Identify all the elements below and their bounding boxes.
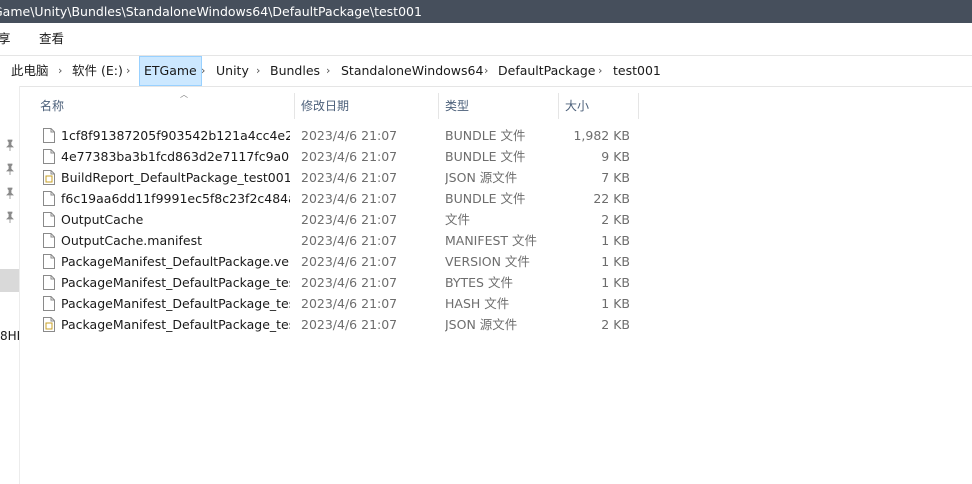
menu-bar: 享 查看 — [0, 23, 972, 48]
file-date: 2023/4/6 21:07 — [301, 254, 398, 269]
sort-ascending-icon: ︿ — [180, 90, 188, 99]
file-date: 2023/4/6 21:07 — [301, 170, 398, 185]
file-size: 1,982 KB — [573, 128, 630, 143]
file-date: 2023/4/6 21:07 — [301, 296, 398, 311]
file-type: JSON 源文件 — [445, 170, 518, 185]
file-row[interactable]: OutputCache 2023/4/6 21:07 文件 2 KB — [20, 209, 640, 230]
file-size: 2 KB — [601, 212, 630, 227]
file-row[interactable]: PackageManifest_DefaultPackage.ver... 202… — [20, 251, 640, 272]
file-size: 9 KB — [601, 149, 630, 164]
column-header-type[interactable]: 类型 — [445, 93, 469, 120]
file-type: 文件 — [445, 212, 471, 227]
breadcrumb-unity[interactable]: Unity — [216, 56, 249, 86]
breadcrumb-separator-icon[interactable]: › — [326, 56, 330, 86]
column-header-size[interactable]: 大小 — [565, 93, 589, 120]
file-icon[interactable] — [43, 296, 55, 311]
file-name: BuildReport_DefaultPackage_test001.j... — [61, 170, 290, 185]
breadcrumb-separator-icon[interactable]: › — [58, 56, 62, 86]
file-type: MANIFEST 文件 — [445, 233, 538, 248]
pin-icon[interactable] — [5, 139, 15, 151]
breadcrumb-separator-icon[interactable]: › — [201, 56, 205, 86]
breadcrumb-separator-icon[interactable]: › — [484, 56, 488, 86]
file-row[interactable]: OutputCache.manifest 2023/4/6 21:07 MANIFE… — [20, 230, 640, 251]
file-name: 4e77383ba3b1fcd863d2e7117fc9a08... — [61, 149, 290, 164]
pin-icon[interactable] — [5, 187, 15, 199]
file-type: BUNDLE 文件 — [445, 191, 526, 206]
file-row[interactable]: f6c19aa6dd11f9991ec5f8c23f2c484a.... 2023… — [20, 188, 640, 209]
file-date: 2023/4/6 21:07 — [301, 191, 398, 206]
column-header-date[interactable]: 修改日期 — [301, 93, 349, 120]
window-title: Game\Unity\Bundles\StandaloneWindows64\D… — [0, 4, 422, 19]
file-date: 2023/4/6 21:07 — [301, 212, 398, 227]
column-header-row: ︿ 名称 修改日期 类型 大小 — [20, 90, 640, 120]
file-icon[interactable] — [43, 128, 55, 143]
file-icon[interactable] — [43, 191, 55, 206]
file-row[interactable]: PackageManifest_DefaultPackage_tes... 202… — [20, 293, 640, 314]
breadcrumb-separator-icon[interactable]: › — [126, 56, 130, 86]
breadcrumb-test001[interactable]: test001 — [613, 56, 661, 86]
file-size: 22 KB — [593, 191, 630, 206]
file-icon[interactable] — [43, 149, 55, 164]
json-file-icon[interactable] — [43, 170, 55, 185]
file-date: 2023/4/6 21:07 — [301, 317, 398, 332]
file-name: PackageManifest_DefaultPackage.ver... — [61, 254, 290, 269]
breadcrumb-drive-e[interactable]: 软件 (E:) — [72, 56, 123, 86]
file-type: BUNDLE 文件 — [445, 149, 526, 164]
file-size: 1 KB — [601, 254, 630, 269]
file-name: PackageManifest_DefaultPackage_tes... — [61, 296, 290, 311]
file-icon[interactable] — [43, 233, 55, 248]
menu-view[interactable]: 查看 — [39, 28, 64, 47]
file-row[interactable]: PackageManifest_DefaultPackage_tes... 202… — [20, 314, 640, 335]
file-icon[interactable] — [43, 254, 55, 269]
column-divider[interactable] — [558, 93, 559, 119]
title-bar: Game\Unity\Bundles\StandaloneWindows64\D… — [0, 0, 972, 23]
file-size: 2 KB — [601, 317, 630, 332]
file-row[interactable]: 4e77383ba3b1fcd863d2e7117fc9a08... 2023/4… — [20, 146, 640, 167]
column-header-name[interactable]: 名称 — [40, 93, 64, 120]
file-size: 1 KB — [601, 296, 630, 311]
file-date: 2023/4/6 21:07 — [301, 233, 398, 248]
nav-selected-item[interactable] — [0, 269, 19, 292]
breadcrumb-this-pc[interactable]: 此电脑 — [11, 56, 49, 86]
breadcrumb-bundles[interactable]: Bundles — [270, 56, 320, 86]
file-row[interactable]: BuildReport_DefaultPackage_test001.j... 2… — [20, 167, 640, 188]
file-size: 1 KB — [601, 275, 630, 290]
file-name: PackageManifest_DefaultPackage_tes... — [61, 275, 290, 290]
file-type: HASH 文件 — [445, 296, 510, 311]
file-date: 2023/4/6 21:07 — [301, 128, 398, 143]
file-date: 2023/4/6 21:07 — [301, 149, 398, 164]
file-type: VERSION 文件 — [445, 254, 530, 269]
column-divider[interactable] — [438, 93, 439, 119]
breadcrumb-standalonewindows64[interactable]: StandaloneWindows64 — [341, 56, 483, 86]
address-bar[interactable]: 此电脑 › 软件 (E:) › ETGame › Unity › Bundles… — [0, 55, 972, 87]
file-type: BYTES 文件 — [445, 275, 513, 290]
file-size: 1 KB — [601, 233, 630, 248]
file-name: 1cf8f91387205f903542b121a4cc4e2d.... — [61, 128, 290, 143]
file-size: 7 KB — [601, 170, 630, 185]
navigation-pane: 8HI — [0, 86, 20, 484]
file-date: 2023/4/6 21:07 — [301, 275, 398, 290]
file-row[interactable]: 1cf8f91387205f903542b121a4cc4e2d.... 2023… — [20, 125, 640, 146]
file-name: OutputCache.manifest — [61, 233, 203, 248]
file-icon[interactable] — [43, 275, 55, 290]
breadcrumb-defaultpackage[interactable]: DefaultPackage — [498, 56, 596, 86]
json-file-icon[interactable] — [43, 317, 55, 332]
file-name: PackageManifest_DefaultPackage_tes... — [61, 317, 290, 332]
pin-icon[interactable] — [5, 211, 15, 223]
nav-item-label[interactable]: 8HI — [0, 329, 19, 343]
file-name: f6c19aa6dd11f9991ec5f8c23f2c484a.... — [61, 191, 290, 206]
file-icon[interactable] — [43, 212, 55, 227]
file-row[interactable]: PackageManifest_DefaultPackage_tes... 202… — [20, 272, 640, 293]
column-divider[interactable] — [294, 93, 295, 119]
file-type: BUNDLE 文件 — [445, 128, 526, 143]
breadcrumb-separator-icon[interactable]: › — [256, 56, 260, 86]
file-type: JSON 源文件 — [445, 317, 518, 332]
breadcrumb-separator-icon[interactable]: › — [598, 56, 602, 86]
menu-share[interactable]: 享 — [0, 28, 11, 47]
column-divider[interactable] — [638, 93, 639, 119]
breadcrumb-etgame[interactable]: ETGame — [139, 56, 202, 86]
pin-icon[interactable] — [5, 163, 15, 175]
file-name: OutputCache — [61, 212, 144, 227]
